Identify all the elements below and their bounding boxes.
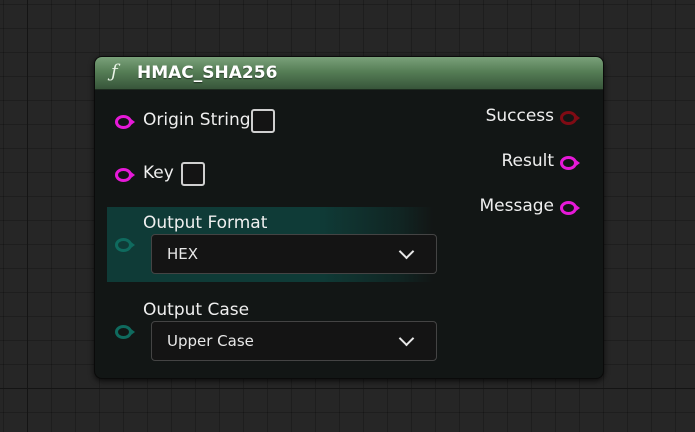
hmac-sha256-node[interactable]: ƒ HMAC_SHA256 Origin String Key Output F…	[94, 56, 604, 379]
chevron-down-icon	[398, 330, 415, 347]
output-case-row: Output Case Upper Case	[107, 294, 437, 369]
output-row-message: Message	[403, 193, 603, 223]
message-label: Message	[479, 196, 554, 216]
function-icon: ƒ	[111, 61, 118, 82]
output-row-success: Success	[403, 103, 603, 133]
result-pin-icon[interactable]	[560, 156, 580, 170]
output-format-row: Output Format HEX	[107, 207, 437, 282]
origin-string-pin-icon[interactable]	[115, 115, 135, 129]
output-format-label: Output Format	[143, 213, 268, 233]
result-label: Result	[501, 151, 554, 171]
input-row-key: Key	[95, 160, 295, 190]
message-pin-icon[interactable]	[560, 201, 580, 215]
output-format-value: HEX	[167, 245, 199, 263]
origin-string-label: Origin String	[143, 110, 251, 130]
output-case-value: Upper Case	[167, 332, 254, 350]
success-pin-icon[interactable]	[560, 111, 580, 125]
node-header[interactable]: ƒ HMAC_SHA256	[95, 57, 603, 90]
key-label: Key	[143, 163, 174, 183]
chevron-down-icon	[398, 243, 415, 260]
input-row-origin-string: Origin String	[95, 107, 295, 137]
output-format-pin-icon[interactable]	[115, 238, 135, 252]
output-case-pin-icon[interactable]	[115, 325, 135, 339]
key-checkbox[interactable]	[181, 162, 205, 186]
output-case-dropdown[interactable]: Upper Case	[151, 321, 437, 361]
key-pin-icon[interactable]	[115, 168, 135, 182]
success-label: Success	[485, 106, 554, 126]
node-title: HMAC_SHA256	[137, 63, 278, 83]
output-format-dropdown[interactable]: HEX	[151, 234, 437, 274]
output-row-result: Result	[403, 148, 603, 178]
origin-string-checkbox[interactable]	[251, 109, 275, 133]
output-case-label: Output Case	[143, 300, 250, 320]
